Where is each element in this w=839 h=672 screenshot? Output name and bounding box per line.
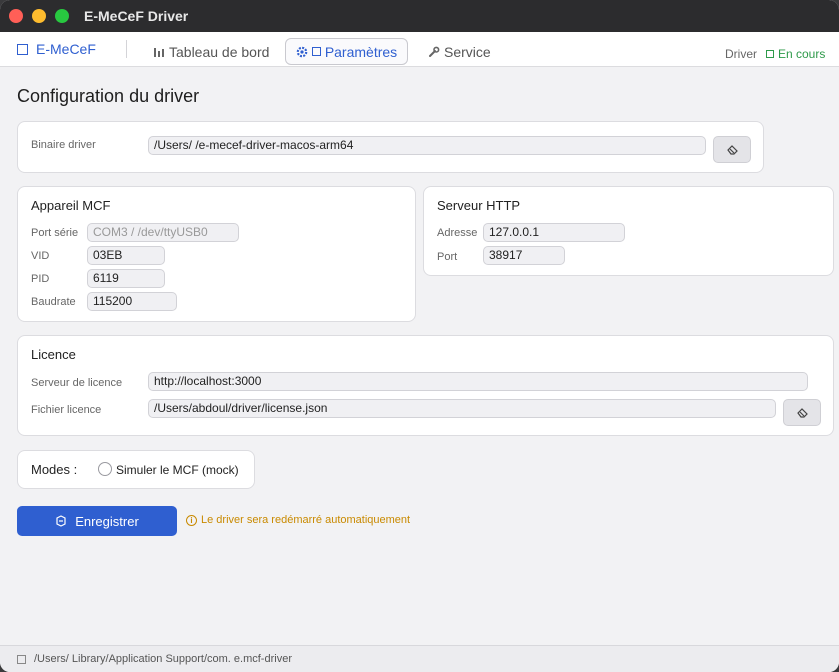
save-button[interactable]: Enregistrer xyxy=(17,506,177,536)
baudrate-label: Baudrate xyxy=(31,296,76,308)
mock-radio[interactable] xyxy=(98,462,112,476)
maximize-window-button[interactable] xyxy=(55,9,69,23)
license-title: Licence xyxy=(31,347,76,362)
brand-label: E-MeCeF xyxy=(36,41,96,57)
http-title: Serveur HTTP xyxy=(437,198,521,213)
pid-label: PID xyxy=(31,273,50,285)
tab-dashboard[interactable]: Tableau de bord xyxy=(143,38,279,65)
http-port-label: Port xyxy=(437,251,458,263)
address-label: Adresse xyxy=(437,227,478,239)
bar-chart-icon xyxy=(154,47,164,57)
vid-input[interactable]: 03EB xyxy=(87,246,165,265)
tab-parametres-label: Paramètres xyxy=(324,43,398,60)
mcf-card: Appareil MCF Port série COM3 / /dev/ttyU… xyxy=(17,186,416,322)
binary-card: Binaire driver /Users/ /e-mecef-driver-m… xyxy=(17,121,764,173)
title-bar: E-MeCeF Driver xyxy=(0,0,839,32)
pid-input[interactable]: 6119 xyxy=(87,269,165,288)
license-file-input[interactable]: /Users/abdoul/driver/license.json xyxy=(148,399,776,418)
square-icon xyxy=(17,43,28,55)
http-card: Serveur HTTP Adresse 127.0.0.1 Port 3891… xyxy=(423,186,834,276)
binary-label: Binaire driver xyxy=(31,139,96,151)
top-navbar: E-MeCeF Tableau de bord Paramètres Servi… xyxy=(0,32,839,67)
config-path: /Users/ Library/Application Support/com.… xyxy=(34,653,292,665)
tab-dashboard-label: Tableau de bord xyxy=(169,43,270,60)
mock-label[interactable]: Simuler le MCF (mock) xyxy=(116,463,239,477)
app-window: E-MeCeF Driver E-MeCeF Tableau de bord P… xyxy=(0,0,839,672)
square-icon xyxy=(311,47,321,56)
binary-browse-button[interactable] xyxy=(713,136,751,163)
brand[interactable]: E-MeCeF xyxy=(17,41,96,57)
modes-card: Modes : Simuler le MCF (mock) xyxy=(17,450,255,489)
driver-status-badge: En cours xyxy=(766,47,825,61)
eraser-icon xyxy=(796,408,808,418)
vid-label: VID xyxy=(31,250,50,262)
driver-status-value: En cours xyxy=(778,47,826,61)
wrench-icon xyxy=(429,46,440,57)
restart-notice: i Le driver sera redémarré automatiqueme… xyxy=(186,514,410,526)
address-input[interactable]: 127.0.0.1 xyxy=(483,223,625,242)
tab-parametres[interactable]: Paramètres xyxy=(285,38,408,65)
window-title: E-MeCeF Driver xyxy=(84,8,189,24)
close-window-button[interactable] xyxy=(9,9,23,23)
license-file-label: Fichier licence xyxy=(31,404,102,416)
nav-divider xyxy=(126,40,127,58)
mcf-title: Appareil MCF xyxy=(31,198,111,213)
status-bar: /Users/ Library/Application Support/com.… xyxy=(0,645,839,672)
baudrate-input[interactable]: 115200 xyxy=(87,292,177,311)
save-button-label: Enregistrer xyxy=(75,513,139,529)
status-square-icon xyxy=(766,50,774,58)
gear-icon xyxy=(296,46,308,57)
tab-service-label: Service xyxy=(444,43,491,60)
eraser-icon xyxy=(726,145,738,155)
modes-label: Modes : xyxy=(31,462,78,477)
port-serie-label: Port série xyxy=(31,227,79,239)
port-serie-input[interactable]: COM3 / /dev/ttyUSB0 xyxy=(87,223,239,242)
driver-status-label: Driver xyxy=(725,47,757,61)
restart-notice-text: Le driver sera redémarré automatiquement xyxy=(201,514,411,526)
http-port-input[interactable]: 38917 xyxy=(483,246,565,265)
license-server-label: Serveur de licence xyxy=(31,377,123,389)
info-icon: i xyxy=(186,514,197,526)
save-icon xyxy=(56,515,66,527)
license-browse-button[interactable] xyxy=(783,399,821,426)
license-server-input[interactable]: http://localhost:3000 xyxy=(148,372,808,391)
binary-path-field[interactable]: /Users/ /e-mecef-driver-macos-arm64 xyxy=(148,136,706,155)
license-card: Licence Serveur de licence http://localh… xyxy=(17,335,834,436)
page-title: Configuration du driver xyxy=(17,86,200,106)
minimize-window-button[interactable] xyxy=(32,9,46,23)
folder-icon xyxy=(17,655,26,664)
tab-service[interactable]: Service xyxy=(418,38,501,65)
